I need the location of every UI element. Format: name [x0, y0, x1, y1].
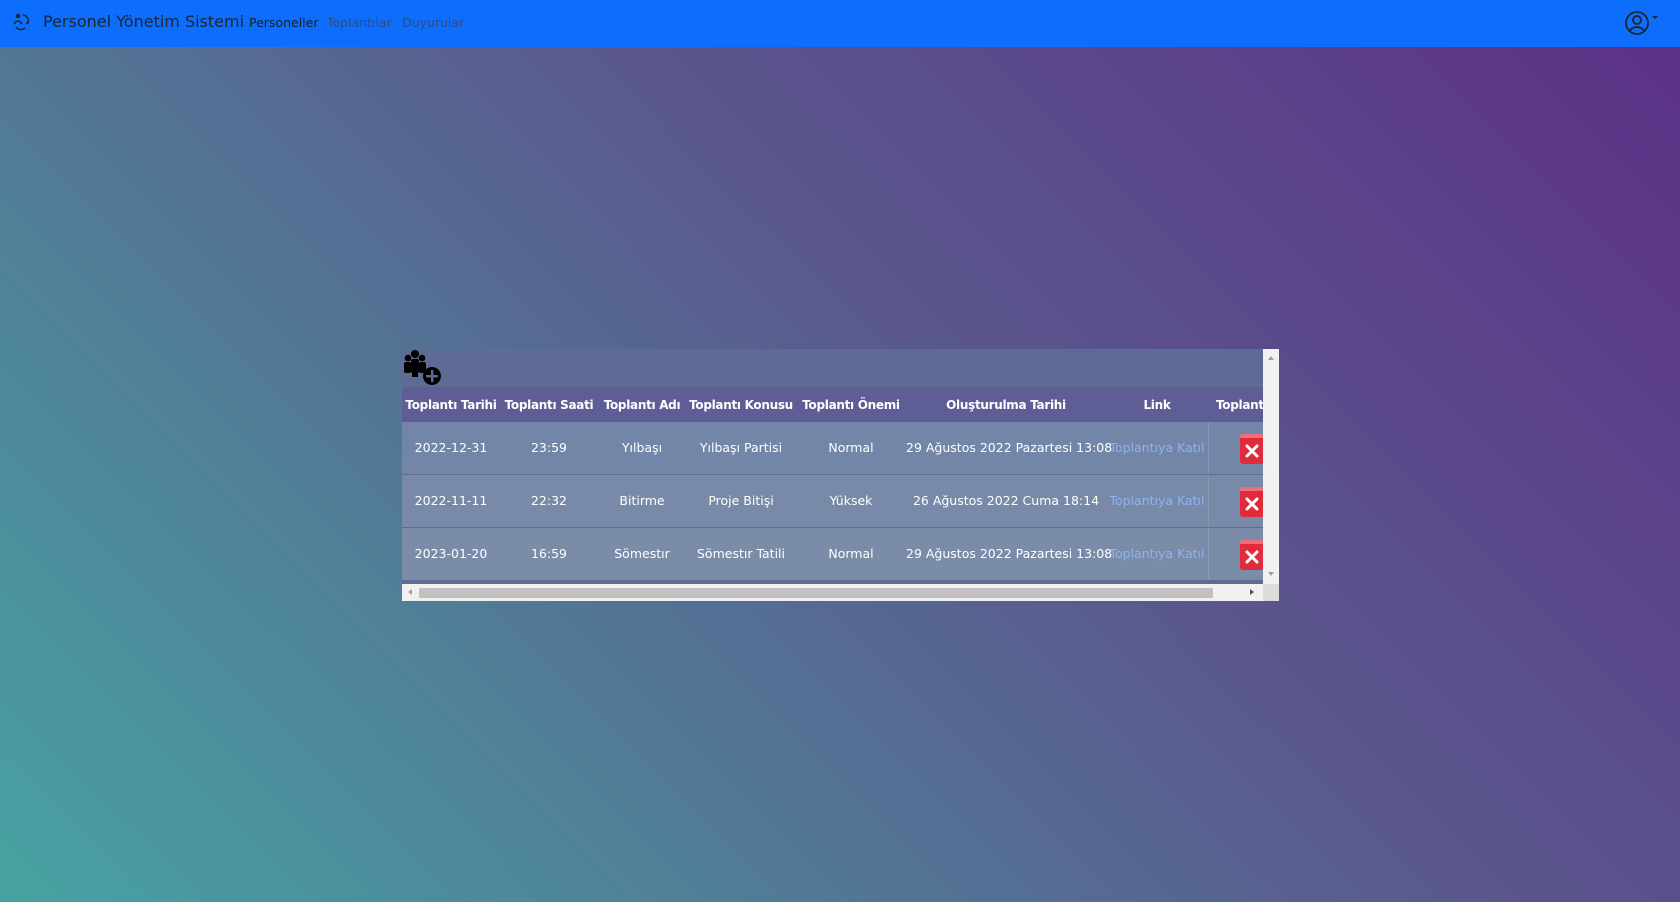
- col-header-created[interactable]: Oluşturulma Tarihi: [906, 398, 1106, 412]
- nav-personeller[interactable]: Personeller: [249, 15, 318, 30]
- cell-created: 26 Ağustos 2022 Cuma 18:14: [912, 493, 1100, 508]
- delete-meeting-button[interactable]: [1240, 487, 1263, 517]
- cell-time: 23:59: [530, 440, 568, 455]
- cell-name: Yılbaşı: [621, 440, 663, 455]
- user-menu-dropdown[interactable]: [1623, 10, 1663, 36]
- horizontal-scrollbar[interactable]: [402, 584, 1263, 601]
- cell-importance: Yüksek: [829, 493, 873, 508]
- horizontal-scroll-thumb[interactable]: [419, 588, 1213, 598]
- scrollbar-corner: [1263, 584, 1279, 601]
- cell-date: 2022-12-31: [414, 440, 488, 455]
- col-header-importance[interactable]: Toplantı Önemi: [796, 398, 906, 412]
- scroll-left-arrow[interactable]: [408, 589, 412, 595]
- scroll-down-arrow[interactable]: [1268, 572, 1274, 576]
- cell-date: 2022-11-11: [414, 493, 488, 508]
- cell-created: 29 Ağustos 2022 Pazartesi 13:08: [906, 440, 1113, 455]
- cell-name: Sömestır: [614, 546, 670, 561]
- table-row: 2022-11-11 22:32 Bitirme Proje Bitişi Yü…: [402, 475, 1263, 527]
- delete-meeting-button[interactable]: [1240, 434, 1263, 464]
- meetings-scroll-area[interactable]: Toplantı Tarihi Toplantı Saati Toplantı …: [402, 349, 1263, 584]
- cell-importance: Normal: [828, 440, 874, 455]
- cell-divider: [1208, 422, 1209, 474]
- col-header-date[interactable]: Toplantı Tarihi: [402, 398, 500, 412]
- scroll-right-arrow[interactable]: [1250, 589, 1254, 595]
- cell-date: 2023-01-20: [414, 546, 488, 561]
- top-navbar: Personel Yönetim Sistemi Personeller Top…: [0, 0, 1680, 47]
- brand-title[interactable]: Personel Yönetim Sistemi: [43, 12, 244, 31]
- delete-x-icon: [1245, 444, 1259, 458]
- delete-x-icon: [1245, 497, 1259, 511]
- chevron-down-icon: [1652, 16, 1658, 19]
- col-header-name[interactable]: Toplantı Adı: [598, 398, 686, 412]
- cell-subject: Sömestır Tatili: [697, 546, 785, 561]
- cell-name: Bitirme: [619, 493, 665, 508]
- scroll-up-arrow[interactable]: [1268, 356, 1274, 360]
- col-header-delete[interactable]: Toplant: [1216, 398, 1263, 412]
- table-row: 2022-12-31 23:59 Yılbaşı Yılbaşı Partisi…: [402, 422, 1263, 474]
- cell-subject: Proje Bitişi: [708, 493, 774, 508]
- join-meeting-link[interactable]: Toplantıya Katıl: [1106, 546, 1208, 561]
- join-meeting-link[interactable]: Toplantıya Katıl: [1106, 440, 1208, 455]
- cell-importance: Normal: [828, 546, 874, 561]
- refresh-people-icon[interactable]: [11, 11, 31, 31]
- nav-duyurular[interactable]: Duyurular: [402, 15, 464, 30]
- table-body: 2022-12-31 23:59 Yılbaşı Yılbaşı Partisi…: [402, 422, 1263, 584]
- cell-time: 22:32: [530, 493, 568, 508]
- cell-subject: Yılbaşı Partisi: [699, 440, 783, 455]
- add-group-icon: [404, 350, 441, 385]
- cell-created: 29 Ağustos 2022 Pazartesi 13:08: [906, 546, 1113, 561]
- meetings-panel: Toplantı Tarihi Toplantı Saati Toplantı …: [402, 349, 1279, 601]
- col-header-time[interactable]: Toplantı Saati: [500, 398, 598, 412]
- add-meeting-button[interactable]: [402, 349, 444, 387]
- cell-divider: [1208, 475, 1209, 527]
- col-header-subject[interactable]: Toplantı Konusu: [686, 398, 796, 412]
- nav-toplantilar[interactable]: Toplantılar: [327, 15, 392, 30]
- col-header-link[interactable]: Link: [1106, 398, 1208, 412]
- vertical-scrollbar[interactable]: [1263, 349, 1279, 584]
- cell-divider: [1208, 528, 1209, 580]
- table-row: 2023-01-20 16:59 Sömestır Sömestır Tatil…: [402, 528, 1263, 580]
- join-meeting-link[interactable]: Toplantıya Katıl: [1106, 493, 1208, 508]
- cell-time: 16:59: [530, 546, 568, 561]
- delete-x-icon: [1245, 550, 1259, 564]
- delete-meeting-button[interactable]: [1240, 540, 1263, 570]
- user-circle-icon: [1625, 11, 1658, 35]
- table-header: Toplantı Tarihi Toplantı Saati Toplantı …: [402, 387, 1263, 422]
